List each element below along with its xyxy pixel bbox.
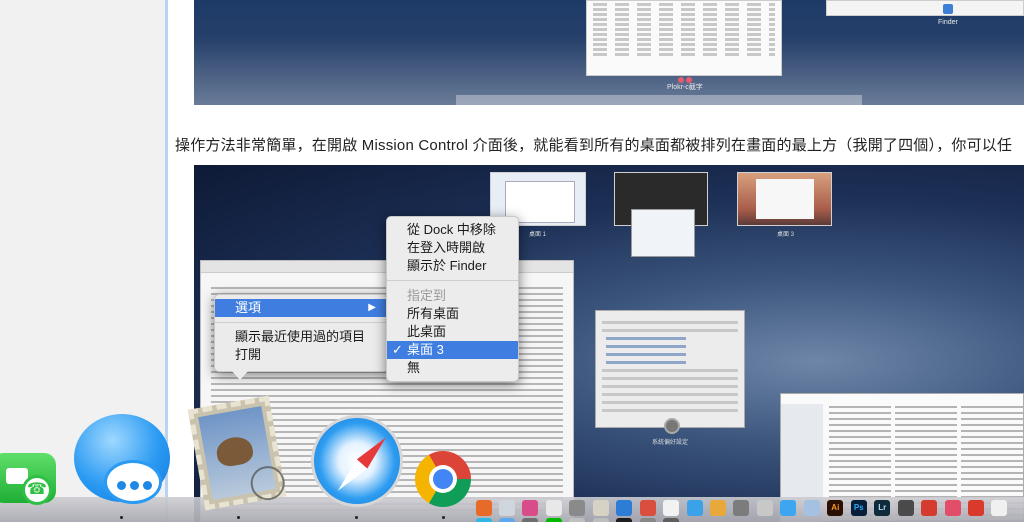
firefox-icon[interactable] [475, 500, 492, 516]
desktop-3-label: 桌面 3 [777, 232, 795, 238]
top-dock-strip [456, 95, 862, 105]
running-indicator [120, 516, 123, 519]
running-indicator [442, 516, 445, 519]
running-indicator [237, 516, 240, 519]
app-icon[interactable] [897, 500, 914, 516]
prefs-window-label: 系統偏好設定 [652, 440, 689, 446]
app-icon[interactable] [522, 500, 539, 516]
app-icon[interactable] [968, 500, 985, 516]
music-icon[interactable] [944, 500, 961, 516]
embedded-dock-strip: Ai Ps Lr [474, 498, 1024, 522]
finder-icon [943, 4, 953, 14]
screenshot-stage: Plokr-c截字 Finder 操作方法非常簡單，在開啟 Mission Co… [0, 0, 1024, 522]
article-paragraph: 操作方法非常簡單，在開啟 Mission Control 介面後，就能看到所有的… [175, 137, 1013, 154]
terminal-icon[interactable] [616, 518, 633, 522]
acrobat-icon[interactable] [921, 500, 938, 516]
app-icon[interactable] [498, 518, 515, 522]
chrome-icon[interactable] [415, 451, 471, 507]
checkmark-icon: ✓ [392, 342, 403, 357]
app-icon[interactable] [639, 518, 656, 522]
app-icon[interactable] [803, 500, 820, 516]
top-finder-label: Finder [938, 19, 958, 26]
facetime-icon[interactable]: ☎ [0, 453, 56, 505]
submenu-desktop-3-label: 桌面 3 [407, 342, 444, 357]
submenu-show-in-finder[interactable]: 顯示於 Finder [387, 257, 518, 275]
dock-options-menu: 選項 ▶ 顯示最近使用過的項目 打開 [214, 294, 389, 372]
mission-control-prefs-window[interactable] [595, 310, 745, 428]
submenu-none[interactable]: 無 [387, 359, 518, 377]
desktop-1-label: 桌面 1 [529, 232, 547, 238]
app-icon[interactable] [569, 518, 586, 522]
top-table-window [586, 0, 782, 76]
submenu-separator [387, 280, 518, 281]
app-icon[interactable] [991, 500, 1008, 516]
submenu-assign-to-header: 指定到 [407, 288, 447, 303]
app-icon[interactable] [639, 500, 656, 516]
app-icon[interactable] [780, 500, 797, 516]
messages-icon[interactable] [74, 414, 170, 504]
top-window-label: Plokr-c截字 [667, 84, 703, 91]
dragged-window-preview [631, 209, 695, 257]
photoshop-icon[interactable]: Ps [850, 500, 867, 516]
menu-item-recent-items[interactable]: 顯示最近使用過的項目 [215, 328, 388, 346]
app-icon[interactable] [616, 500, 633, 516]
running-indicator [355, 516, 358, 519]
app-icon[interactable] [592, 500, 609, 516]
line-icon[interactable] [545, 518, 562, 522]
app-icon[interactable] [498, 500, 515, 516]
app-icon[interactable] [592, 518, 609, 522]
app-icon[interactable] [733, 500, 750, 516]
illustrator-icon[interactable]: Ai [827, 500, 844, 516]
app-icon[interactable] [686, 500, 703, 516]
mail-icon[interactable] [187, 395, 288, 511]
app-icon[interactable] [545, 500, 562, 516]
top-embedded-screenshot: Plokr-c截字 Finder [194, 0, 1024, 105]
menu-item-options-label: 選項 [235, 300, 262, 315]
menu-item-options[interactable]: 選項 ▶ [215, 299, 388, 317]
menu-separator [215, 322, 388, 323]
menu-item-open[interactable]: 打開 [215, 346, 388, 364]
submenu-all-desktops[interactable]: 所有桌面 [387, 305, 518, 323]
submenu-desktop-3[interactable]: ✓ 桌面 3 [387, 341, 518, 359]
submenu-arrow-icon: ▶ [368, 302, 376, 313]
app-icon[interactable] [756, 500, 773, 516]
options-submenu: 從 Dock 中移除 在登入時開啟 顯示於 Finder 指定到 所有桌面 此桌… [386, 216, 519, 382]
app-icon[interactable] [522, 518, 539, 522]
system-preferences-icon [664, 418, 680, 434]
safari-icon[interactable] [311, 415, 403, 507]
lightroom-icon[interactable]: Lr [874, 500, 891, 516]
app-icon[interactable] [475, 518, 492, 522]
submenu-open-at-login[interactable]: 在登入時開啟 [387, 239, 518, 257]
app-icon[interactable] [663, 518, 680, 522]
app-icon[interactable] [710, 500, 727, 516]
app-icon[interactable] [663, 500, 680, 516]
menu-pointer-tail [231, 370, 249, 380]
app-icon[interactable] [569, 500, 586, 516]
top-finder-window [826, 0, 1024, 16]
submenu-remove-from-dock[interactable]: 從 Dock 中移除 [387, 221, 518, 239]
desktop-thumbnail-3[interactable] [737, 172, 832, 226]
submenu-this-desktop[interactable]: 此桌面 [387, 323, 518, 341]
